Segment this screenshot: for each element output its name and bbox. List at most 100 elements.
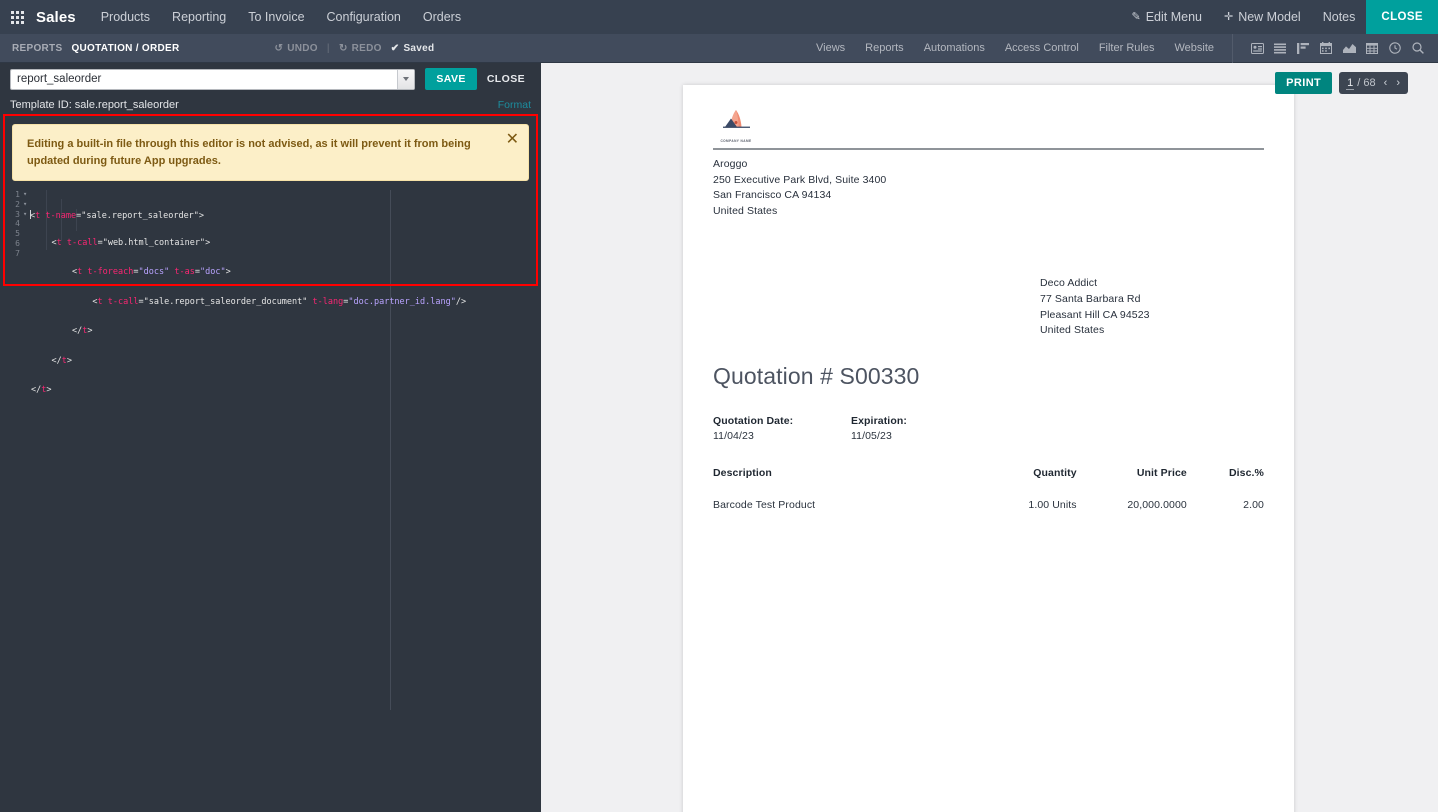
search-icon[interactable] xyxy=(1408,37,1428,59)
fold-toggle xyxy=(23,229,30,239)
page-total-label: / 68 xyxy=(1357,77,1376,89)
quotation-date-value: 11/04/23 xyxy=(713,429,754,442)
code-line-1: <t t-name="sale.report_saleorder"> xyxy=(30,209,205,221)
partner-street: 77 Santa Barbara Rd xyxy=(1040,292,1141,305)
code-editor[interactable]: 1 2 3 4 5 6 7 ▾ ▾ ▾ <t t-name="sale.repo… xyxy=(0,190,541,710)
calendar-view-icon[interactable] xyxy=(1316,37,1336,59)
graph-view-icon[interactable] xyxy=(1339,37,1359,59)
table-row: Barcode Test Product 1.00 Units 20,000.0… xyxy=(713,482,1264,511)
format-button[interactable]: Format xyxy=(498,99,531,111)
chevron-left-icon[interactable]: ‹ xyxy=(1383,77,1389,89)
redo-label: REDO xyxy=(351,42,382,54)
company-logo-block: COMPANY NAME xyxy=(713,103,1264,143)
app-brand-sales[interactable]: Sales xyxy=(34,9,90,26)
activity-clock-icon[interactable] xyxy=(1385,37,1405,59)
template-select-input[interactable] xyxy=(10,68,416,90)
logo-caption: COMPANY NAME xyxy=(720,139,752,143)
undo-button[interactable]: ↺ UNDO xyxy=(275,43,318,54)
edit-menu-button[interactable]: ✎ Edit Menu xyxy=(1120,0,1213,34)
cell-unit-price: 20,000.0000 xyxy=(1127,498,1187,511)
line-number: 1 xyxy=(15,190,20,199)
main-area: PRINT 1 / 68 ‹ › COMPANY NAME Aroggo 250… xyxy=(0,63,1438,812)
new-model-label: New Model xyxy=(1238,10,1301,24)
fold-toggle xyxy=(23,249,30,259)
kanban-card-icon[interactable] xyxy=(1247,37,1267,59)
navbar-close-button[interactable]: CLOSE xyxy=(1366,0,1438,34)
chevron-down-icon[interactable] xyxy=(397,69,415,89)
control-panel: REPORTS QUOTATION / ORDER ↺ UNDO | ↻ RED… xyxy=(0,33,1438,63)
redo-arrow-icon: ↻ xyxy=(338,42,348,54)
new-model-button[interactable]: ✛ New Model xyxy=(1213,0,1312,34)
code-fold-column[interactable]: ▾ ▾ ▾ xyxy=(23,190,30,259)
apps-grid-icon[interactable] xyxy=(0,0,34,34)
control-panel-right: Views Reports Automations Access Control… xyxy=(806,33,1438,63)
top-navbar: Sales Products Reporting To Invoice Conf… xyxy=(0,0,1438,34)
nav-item-to-invoice[interactable]: To Invoice xyxy=(237,0,315,34)
page-current-input[interactable]: 1 xyxy=(1346,77,1355,90)
editor-close-button[interactable]: CLOSE xyxy=(477,68,535,90)
editor-history-actions: ↺ UNDO | ↻ REDO ✔ Saved xyxy=(275,43,435,54)
tab-automations[interactable]: Automations xyxy=(914,34,995,63)
pivot-view-icon[interactable] xyxy=(1362,37,1382,59)
breadcrumb: REPORTS QUOTATION / ORDER xyxy=(0,43,180,54)
chevron-right-icon[interactable]: › xyxy=(1395,77,1401,89)
save-button[interactable]: SAVE xyxy=(425,68,477,90)
report-preview-pane: PRINT 1 / 68 ‹ › COMPANY NAME Aroggo 250… xyxy=(541,63,1438,812)
line-number: 5 xyxy=(15,229,20,239)
tab-website[interactable]: Website xyxy=(1164,34,1224,63)
fold-toggle: ▾ xyxy=(23,199,28,208)
nav-item-orders[interactable]: Orders xyxy=(412,0,472,34)
col-unit-price: Unit Price xyxy=(1136,466,1187,479)
company-city: San Francisco CA 94134 xyxy=(713,189,832,202)
check-icon: ✔ xyxy=(390,42,400,54)
document-meta-row: Quotation Date: 11/04/23 Expiration: 11/… xyxy=(713,415,1264,442)
status-badge-saved: ✔ Saved xyxy=(391,43,435,54)
col-discount: Disc.% xyxy=(1228,466,1264,479)
close-x-icon[interactable]: ✕ xyxy=(506,132,519,148)
plus-icon: ✛ xyxy=(1223,11,1234,23)
cell-description: Barcode Test Product xyxy=(713,498,816,511)
company-logo-icon xyxy=(723,110,750,128)
line-number: 3 xyxy=(15,209,20,219)
cell-discount: 2.00 xyxy=(1243,498,1264,511)
company-address-block: Aroggo 250 Executive Park Blvd, Suite 34… xyxy=(713,157,1264,219)
code-line-3: <t t-foreach="docs" t-as="doc"> xyxy=(71,267,231,278)
notes-button[interactable]: Notes xyxy=(1312,0,1367,34)
expiration-value: 11/05/23 xyxy=(851,429,892,442)
header-divider xyxy=(713,148,1264,150)
line-number: 6 xyxy=(15,238,20,248)
quotation-date-block: Quotation Date: 11/04/23 xyxy=(713,415,851,442)
tab-views[interactable]: Views xyxy=(806,34,855,63)
code-content[interactable]: <t t-name="sale.report_saleorder"> <t t-… xyxy=(30,190,541,415)
undo-label: UNDO xyxy=(287,42,318,54)
page-navigator: 1 / 68 ‹ › xyxy=(1339,72,1408,94)
tab-access-control[interactable]: Access Control xyxy=(995,34,1089,63)
redo-button[interactable]: ↻ REDO xyxy=(339,43,382,54)
nav-item-products[interactable]: Products xyxy=(90,0,161,34)
company-name: Aroggo xyxy=(713,158,748,170)
report-code-editor-panel: SAVE CLOSE Template ID: sale.report_sale… xyxy=(0,63,541,812)
fold-toggle xyxy=(23,219,30,229)
code-line-4: <t t-call="sale.report_saleorder_documen… xyxy=(92,296,467,307)
breadcrumb-item-current: QUOTATION / ORDER xyxy=(71,42,180,54)
breadcrumb-item-reports[interactable]: REPORTS xyxy=(12,43,62,54)
saved-label: Saved xyxy=(403,42,435,54)
tab-filter-rules[interactable]: Filter Rules xyxy=(1089,34,1165,63)
nav-item-reporting[interactable]: Reporting xyxy=(161,0,237,34)
edit-menu-label: Edit Menu xyxy=(1145,10,1202,24)
code-line-2: <t t-call="web.html_container"> xyxy=(51,237,211,248)
code-line-6: </t> xyxy=(51,355,72,366)
fold-toggle xyxy=(23,239,30,249)
list-view-icon[interactable] xyxy=(1270,37,1290,59)
line-number-gutter: 1 2 3 4 5 6 7 xyxy=(0,190,22,259)
order-lines-table: Description Quantity Unit Price Disc.% B… xyxy=(713,467,1264,511)
print-button[interactable]: PRINT xyxy=(1275,72,1333,94)
nav-item-configuration[interactable]: Configuration xyxy=(316,0,412,34)
action-separator: | xyxy=(326,42,330,54)
editor-toolbar: SAVE CLOSE xyxy=(0,63,541,95)
fold-toggle: ▾ xyxy=(23,190,28,198)
report-document-page: COMPANY NAME Aroggo 250 Executive Park B… xyxy=(683,85,1294,812)
gantt-view-icon[interactable] xyxy=(1293,37,1313,59)
tab-reports[interactable]: Reports xyxy=(855,34,914,63)
partner-address-block: Deco Addict 77 Santa Barbara Rd Pleasant… xyxy=(1040,276,1264,338)
